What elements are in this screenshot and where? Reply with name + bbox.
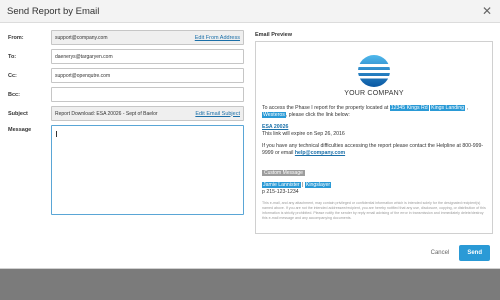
send-report-modal: Send Report by Email ✕ From: support@com… xyxy=(0,0,500,269)
from-row: From: support@company.com Edit From Addr… xyxy=(8,30,244,45)
edit-from-address-link[interactable]: Edit From Address xyxy=(195,35,240,41)
sender-company: Kingslayer xyxy=(304,182,332,188)
signature-block: Jamie Lannister | Kingslayer p 215-123-1… xyxy=(262,182,486,196)
to-label: To: xyxy=(8,53,17,60)
company-logo: YOUR COMPANY xyxy=(262,54,486,97)
email-preview-panel: Email Preview YOUR COMPANY To access the… xyxy=(255,32,493,234)
message-row: Message xyxy=(8,125,244,215)
disclaimer-text: This e-mail, and any attachment, may con… xyxy=(262,201,486,220)
email-preview-title: Email Preview xyxy=(255,32,292,38)
sig-separator: | xyxy=(302,182,304,188)
address-highlight: 12345 Kings Rd xyxy=(389,105,429,111)
cc-label: Cc: xyxy=(8,72,17,79)
sender-name: Jamie Lannister xyxy=(262,182,301,188)
help-email-link[interactable]: help@company.com xyxy=(295,150,345,156)
custom-message-block: Custom Message xyxy=(262,161,486,179)
intro-text: To access the Phase I report for the pro… xyxy=(262,105,389,111)
subject-label: Subject xyxy=(8,110,28,117)
send-button[interactable]: Send xyxy=(459,245,490,261)
custom-message-tag: Custom Message xyxy=(262,170,305,176)
esa-block: ESA 20026 This link will expire on Sep 2… xyxy=(262,124,486,138)
comma-sep: , xyxy=(466,105,468,111)
cc-row: Cc: support@openqutre.com xyxy=(8,68,244,83)
company-name: YOUR COMPANY xyxy=(344,90,404,97)
modal-title: Send Report by Email xyxy=(7,5,100,17)
email-preview-box: YOUR COMPANY To access the Phase I repor… xyxy=(255,41,493,234)
email-form: From: support@company.com Edit From Addr… xyxy=(8,30,244,215)
from-label: From: xyxy=(8,34,24,41)
bcc-row: Bcc: xyxy=(8,87,244,102)
from-value: support@company.com xyxy=(55,34,108,41)
intro-end-text: , please click the link below: xyxy=(285,112,350,118)
subject-row: Subject Report Download: ESA 20026 - Sep… xyxy=(8,106,244,121)
sender-phone: p 215-123-1234 xyxy=(262,189,299,195)
help-block: If you have any technical difficulties a… xyxy=(262,143,486,157)
from-field: support@company.com Edit From Address xyxy=(51,30,244,45)
esa-report-link[interactable]: ESA 20026 xyxy=(262,124,288,130)
city-highlight: Kings Landing xyxy=(430,105,466,111)
cancel-button[interactable]: Cancel xyxy=(431,250,450,256)
subject-value: Report Download: ESA 20026 - Sept of Bae… xyxy=(55,110,158,117)
state-highlight: Westeros xyxy=(262,112,286,118)
text-caret xyxy=(56,131,57,137)
to-value: daenerys@targaryen.com xyxy=(55,53,113,60)
close-icon[interactable]: ✕ xyxy=(482,5,492,17)
expiry-text: This link will expire on Sep 26, 2016 xyxy=(262,131,345,137)
message-textarea[interactable] xyxy=(51,125,244,215)
to-row: To: daenerys@targaryen.com xyxy=(8,49,244,64)
bcc-label: Bcc: xyxy=(8,91,20,98)
modal-footer: Cancel Send xyxy=(431,245,490,261)
bcc-field[interactable] xyxy=(51,87,244,102)
edit-email-subject-link[interactable]: Edit Email Subject xyxy=(195,111,240,117)
preview-intro: To access the Phase I report for the pro… xyxy=(262,105,486,119)
to-field[interactable]: daenerys@targaryen.com xyxy=(51,49,244,64)
globe-logo-icon xyxy=(356,55,392,87)
subject-field: Report Download: ESA 20026 - Sept of Bae… xyxy=(51,106,244,121)
cc-field[interactable]: support@openqutre.com xyxy=(51,68,244,83)
cc-value: support@openqutre.com xyxy=(55,72,111,79)
message-label: Message xyxy=(8,127,32,133)
modal-header: Send Report by Email ✕ xyxy=(0,0,500,23)
background-overlay xyxy=(0,269,500,300)
